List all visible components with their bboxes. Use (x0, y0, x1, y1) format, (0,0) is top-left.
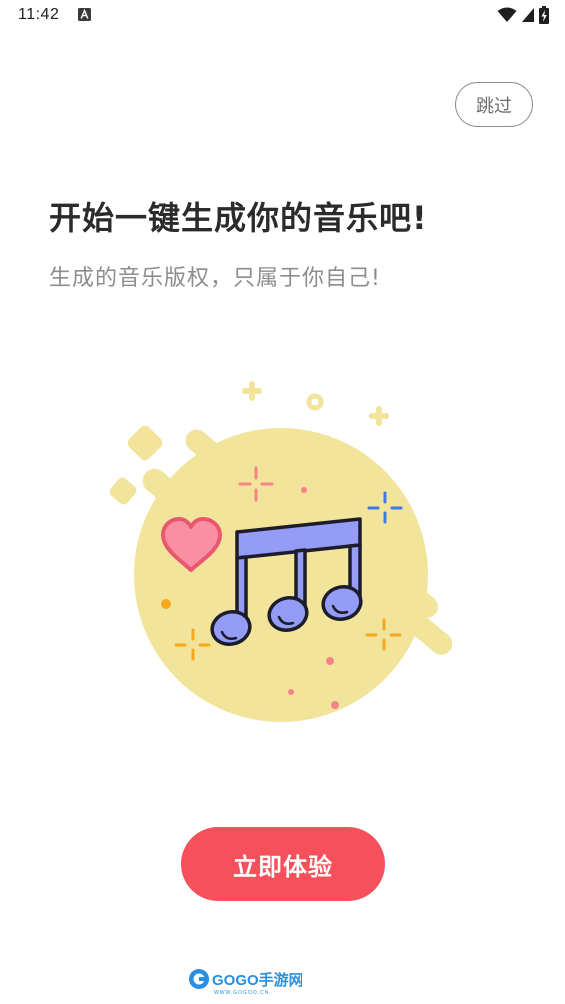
status-icons (497, 5, 549, 25)
start-experience-button[interactable]: 立即体验 (181, 827, 385, 901)
battery-charging-icon (539, 6, 549, 24)
wifi-icon (497, 7, 517, 22)
music-illustration (109, 381, 453, 722)
gogo-watermark-logo: GOGO手游网 WWW.GOGOO.CN (189, 969, 302, 996)
skip-button[interactable]: 跳过 (455, 82, 533, 127)
watermark-url: WWW.GOGOO.CN (214, 990, 269, 996)
notification-a-icon (78, 8, 91, 21)
page-subtitle: 生成的音乐版权，只属于你自己! (49, 266, 381, 291)
status-time: 11:42 (18, 6, 60, 23)
page-title: 开始一键生成你的音乐吧! (49, 199, 428, 237)
yellow-blob-background (109, 425, 453, 722)
cellular-signal-icon (522, 8, 534, 22)
watermark-brand: GOGO手游网 (212, 971, 302, 989)
status-bar: 11:42 (0, 0, 565, 32)
